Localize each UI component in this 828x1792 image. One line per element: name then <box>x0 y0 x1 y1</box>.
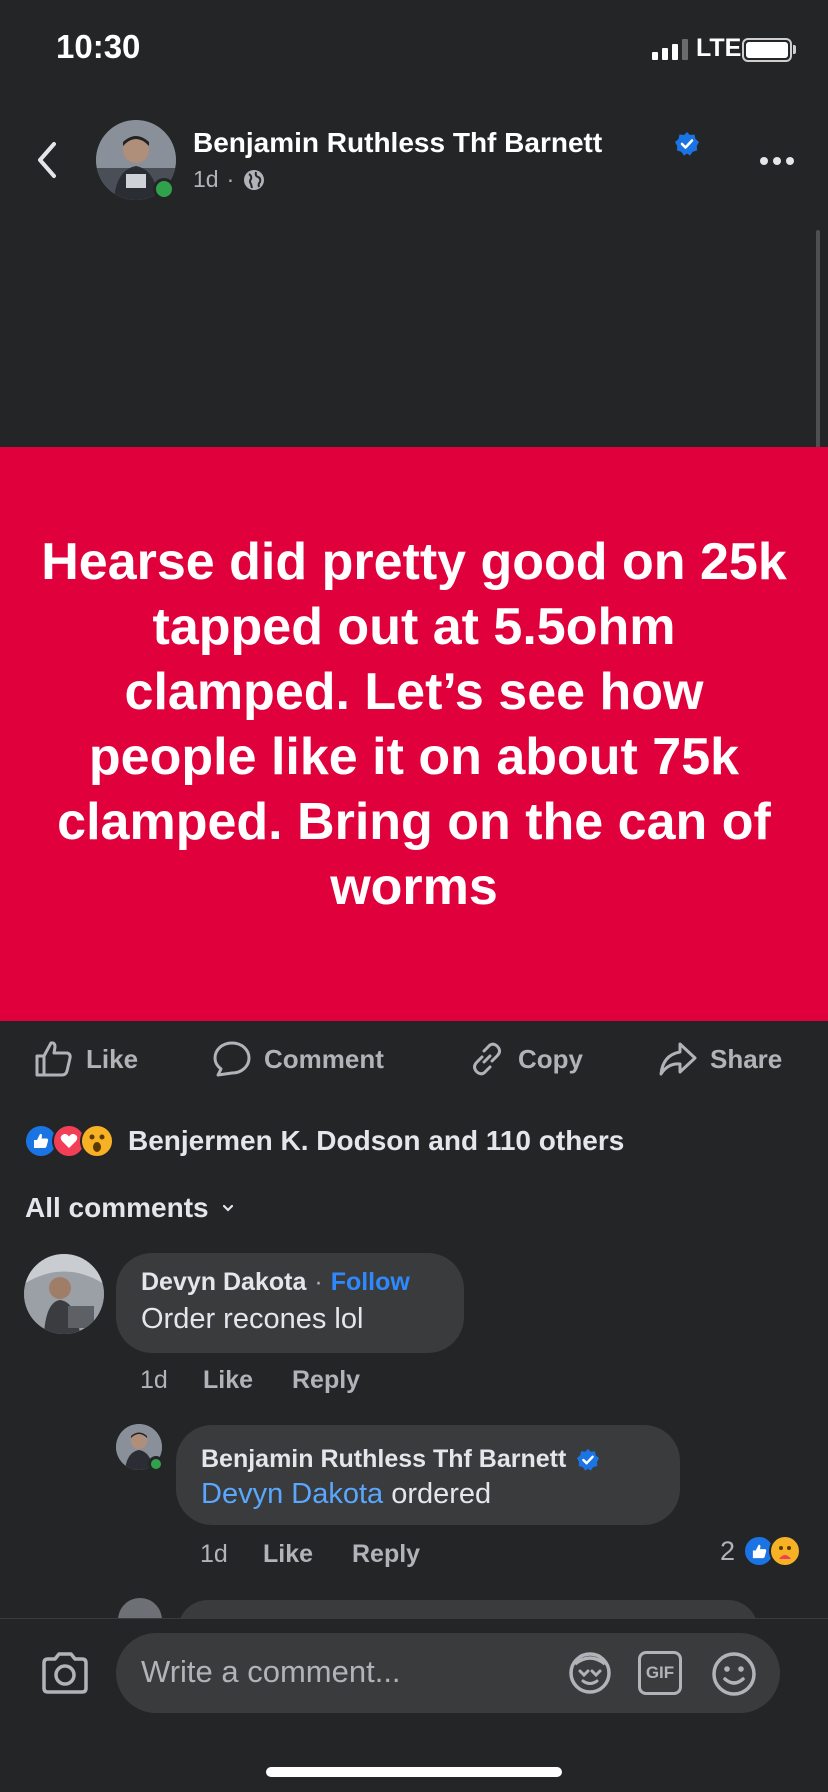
post-text: Hearse did pretty good on 25k tapped out… <box>41 533 787 916</box>
reply-time: 1d <box>200 1540 228 1568</box>
comment-bubble-icon <box>213 1041 251 1077</box>
post-time[interactable]: 1d <box>193 166 219 193</box>
more-options-button[interactable] <box>760 157 794 165</box>
network-type: LTE <box>696 34 742 62</box>
comment-time: 1d <box>140 1366 168 1394</box>
thumbs-up-icon <box>35 1041 72 1077</box>
copy-button[interactable]: Copy <box>468 1040 583 1078</box>
wow-reaction-icon <box>80 1124 114 1158</box>
chevron-down-icon <box>222 1204 233 1212</box>
globe-icon <box>244 169 265 190</box>
avatar-sticker-icon <box>569 1652 611 1694</box>
follow-button[interactable]: Follow <box>331 1268 410 1297</box>
status-time: 10:30 <box>56 28 141 65</box>
comment-button[interactable]: Comment <box>212 1040 384 1078</box>
share-button[interactable]: Share <box>658 1040 782 1078</box>
like-label: Like <box>86 1043 139 1074</box>
signal-strength-icon <box>652 38 688 60</box>
comment-text: Order recones lol <box>141 1303 364 1335</box>
link-icon <box>473 1042 501 1076</box>
like-button[interactable]: Like <box>34 1040 138 1078</box>
comments-filter-dropdown[interactable]: All comments <box>25 1192 235 1224</box>
reply-mention[interactable]: Devyn Dakota <box>201 1478 383 1510</box>
comment-reply-button[interactable]: Reply <box>292 1366 360 1395</box>
gif-label: GIF <box>645 1663 675 1682</box>
back-button[interactable] <box>30 138 64 182</box>
smiley-icon <box>712 1652 756 1696</box>
reply-like-button[interactable]: Like <box>263 1540 313 1569</box>
meta-separator: · <box>226 166 235 192</box>
comment-author[interactable]: Devyn Dakota <box>141 1268 306 1297</box>
follow-separator: · <box>314 1268 323 1296</box>
care-reaction-icon <box>769 1535 802 1567</box>
emoji-button[interactable] <box>710 1650 758 1698</box>
reply-reactions[interactable]: 2 <box>720 1535 802 1567</box>
post-meta: 1d · <box>193 166 266 193</box>
comment-label: Comment <box>264 1043 384 1074</box>
comments-filter-label: All comments <box>25 1192 209 1223</box>
verified-badge-icon <box>674 131 700 157</box>
battery-icon <box>742 38 792 62</box>
comment-header: Devyn Dakota · Follow <box>141 1268 410 1297</box>
post-author-name[interactable]: Benjamin Ruthless Thf Barnett <box>193 127 602 159</box>
reply-body: ordered <box>383 1478 492 1510</box>
comment-input-placeholder: Write a comment... <box>141 1654 401 1689</box>
share-label: Share <box>710 1043 783 1074</box>
reactions-summary-text: Benjermen K. Dodson and 110 others <box>128 1125 625 1156</box>
home-indicator[interactable] <box>266 1767 562 1777</box>
camera-icon <box>42 1652 88 1694</box>
gif-button[interactable]: GIF <box>638 1651 682 1695</box>
reply-text: Devyn Dakota ordered <box>201 1478 491 1511</box>
reply-reply-button[interactable]: Reply <box>352 1540 420 1569</box>
chevron-left-icon <box>38 142 56 178</box>
commenter-avatar[interactable] <box>24 1254 104 1334</box>
reply-header: Benjamin Ruthless Thf Barnett <box>201 1445 600 1474</box>
verified-badge-icon <box>577 1448 600 1471</box>
reactions-summary[interactable]: Benjermen K. Dodson and 110 others <box>24 1124 624 1158</box>
online-status-indicator <box>153 178 175 200</box>
reply-online-indicator <box>148 1456 164 1472</box>
avatar-sticker-button[interactable] <box>566 1650 614 1696</box>
comment-like-button[interactable]: Like <box>203 1366 253 1395</box>
copy-label: Copy <box>518 1043 583 1074</box>
share-arrow-icon <box>659 1042 697 1076</box>
camera-button[interactable] <box>40 1651 90 1695</box>
reply-author[interactable]: Benjamin Ruthless Thf Barnett <box>201 1445 566 1474</box>
reply-reaction-count: 2 <box>720 1535 736 1566</box>
battery-tip <box>793 45 796 54</box>
